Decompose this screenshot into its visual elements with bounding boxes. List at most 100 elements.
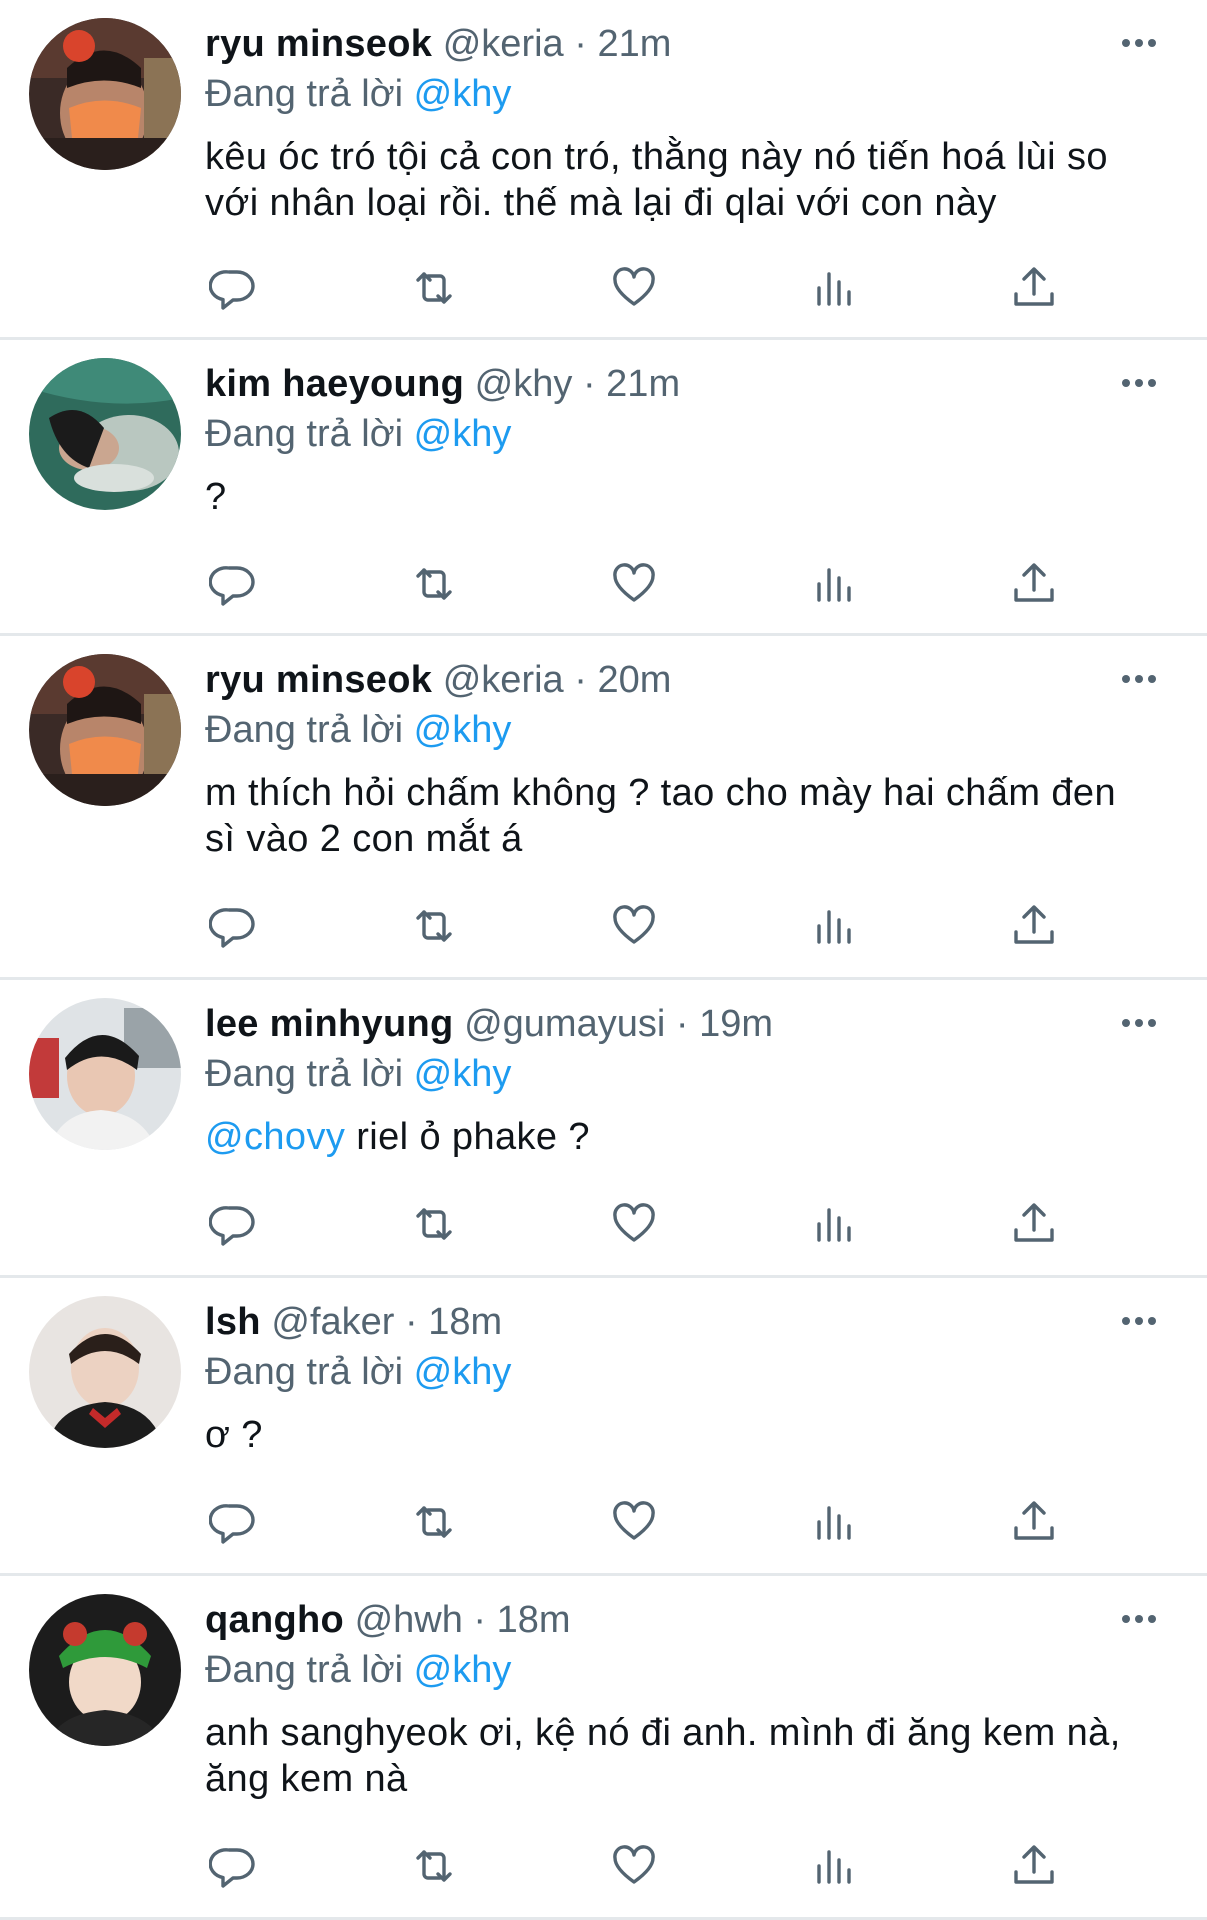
display-name[interactable]: qangho — [205, 1599, 344, 1641]
reply-feed: ryu minseok @keria · 21m Đang trả lời @k… — [0, 0, 1207, 1920]
share-icon[interactable] — [1006, 1196, 1062, 1252]
reply-mention-link[interactable]: @khy — [414, 1649, 512, 1691]
reply-mention-link[interactable]: @khy — [414, 709, 512, 751]
views-icon[interactable] — [806, 556, 862, 612]
reply-mention-link[interactable]: @khy — [414, 413, 512, 455]
reply-mention-link[interactable]: @khy — [414, 1351, 512, 1393]
timestamp[interactable]: 18m — [497, 1599, 571, 1641]
action-bar — [205, 260, 1065, 316]
replying-to: Đang trả lời @khy — [205, 412, 511, 456]
tweet-text-rest: riel ỏ phake ? — [345, 1116, 590, 1158]
more-icon[interactable] — [1115, 1604, 1163, 1634]
tweet-header: qangho @hwh · 18m — [205, 1598, 571, 1642]
retweet-icon[interactable] — [406, 898, 462, 954]
avatar[interactable] — [29, 998, 181, 1150]
tweet-header: ryu minseok @keria · 21m — [205, 22, 671, 66]
avatar[interactable] — [29, 358, 181, 510]
tweet-text-line: m thích hỏi chấm không ? tao cho mày hai… — [205, 772, 1116, 814]
retweet-icon[interactable] — [406, 556, 462, 612]
tweet[interactable]: lsh @faker · 18m Đang trả lời @khy ơ ? — [0, 1278, 1207, 1576]
timestamp[interactable]: 19m — [699, 1003, 773, 1045]
timestamp[interactable]: 20m — [597, 659, 671, 701]
display-name[interactable]: ryu minseok — [205, 659, 432, 701]
views-icon[interactable] — [806, 1196, 862, 1252]
views-icon[interactable] — [806, 260, 862, 316]
reply-icon[interactable] — [205, 1196, 261, 1252]
reply-icon[interactable] — [205, 898, 261, 954]
replying-to: Đang trả lời @khy — [205, 1648, 511, 1692]
display-name[interactable]: lee minhyung — [205, 1003, 454, 1045]
action-bar — [205, 1196, 1065, 1252]
views-icon[interactable] — [806, 898, 862, 954]
views-icon[interactable] — [806, 1838, 862, 1894]
reply-mention-link[interactable]: @khy — [414, 73, 512, 115]
more-icon[interactable] — [1115, 1306, 1163, 1336]
separator: · — [394, 1301, 429, 1343]
tweet-text: m thích hỏi chấm không ? tao cho mày hai… — [205, 770, 1167, 862]
tweet[interactable]: qangho @hwh · 18m Đang trả lời @khy anh … — [0, 1576, 1207, 1920]
like-icon[interactable] — [606, 1838, 662, 1894]
share-icon[interactable] — [1006, 1838, 1062, 1894]
views-icon[interactable] — [806, 1494, 862, 1550]
tweet[interactable]: lee minhyung @gumayusi · 19m Đang trả lờ… — [0, 980, 1207, 1278]
more-icon[interactable] — [1115, 28, 1163, 58]
more-icon[interactable] — [1115, 1008, 1163, 1038]
tweet-text-line: ăng kem nà — [205, 1758, 408, 1800]
tweet-text: kêu óc tró tội cả con tró, thằng này nó … — [205, 134, 1167, 226]
timestamp[interactable]: 21m — [597, 23, 671, 65]
replying-to: Đang trả lời @khy — [205, 708, 511, 752]
mention-link[interactable]: @chovy — [205, 1116, 345, 1158]
reply-icon[interactable] — [205, 1494, 261, 1550]
share-icon[interactable] — [1006, 898, 1062, 954]
timestamp[interactable]: 18m — [428, 1301, 502, 1343]
handle[interactable]: @khy — [475, 363, 573, 405]
replying-prefix: Đang trả lời — [205, 73, 414, 115]
more-icon[interactable] — [1115, 664, 1163, 694]
display-name[interactable]: lsh — [205, 1301, 261, 1343]
timestamp[interactable]: 21m — [606, 363, 680, 405]
retweet-icon[interactable] — [406, 1494, 462, 1550]
handle[interactable]: @keria — [443, 659, 564, 701]
reply-mention-link[interactable]: @khy — [414, 1053, 512, 1095]
tweet[interactable]: ryu minseok @keria · 21m Đang trả lời @k… — [0, 0, 1207, 340]
share-icon[interactable] — [1006, 1494, 1062, 1550]
avatar[interactable] — [29, 1296, 181, 1448]
handle[interactable]: @hwh — [355, 1599, 463, 1641]
more-icon[interactable] — [1115, 368, 1163, 398]
handle[interactable]: @keria — [443, 23, 564, 65]
reply-icon[interactable] — [205, 260, 261, 316]
display-name[interactable]: kim haeyoung — [205, 363, 464, 405]
handle[interactable]: @faker — [271, 1301, 394, 1343]
separator: · — [563, 23, 598, 65]
replying-to: Đang trả lời @khy — [205, 72, 511, 116]
replying-prefix: Đang trả lời — [205, 1351, 414, 1393]
like-icon[interactable] — [606, 556, 662, 612]
tweet-text-line: sì vào 2 con mắt á — [205, 818, 523, 860]
reply-icon[interactable] — [205, 556, 261, 612]
tweet-text-line: anh sanghyeok ơi, kệ nó đi anh. mình đi … — [205, 1712, 1121, 1754]
action-bar — [205, 898, 1065, 954]
handle[interactable]: @gumayusi — [464, 1003, 665, 1045]
tweet-text-line: ? — [205, 476, 227, 518]
replying-to: Đang trả lời @khy — [205, 1052, 511, 1096]
share-icon[interactable] — [1006, 556, 1062, 612]
avatar[interactable] — [29, 1594, 181, 1746]
avatar[interactable] — [29, 654, 181, 806]
share-icon[interactable] — [1006, 260, 1062, 316]
like-icon[interactable] — [606, 1494, 662, 1550]
avatar[interactable] — [29, 18, 181, 170]
replying-prefix: Đang trả lời — [205, 413, 414, 455]
tweet-text-line: với nhân loại rồi. thế mà lại đi qlai vớ… — [205, 182, 997, 224]
tweet-header: lee minhyung @gumayusi · 19m — [205, 1002, 773, 1046]
retweet-icon[interactable] — [406, 1838, 462, 1894]
like-icon[interactable] — [606, 898, 662, 954]
tweet[interactable]: ryu minseok @keria · 20m Đang trả lời @k… — [0, 636, 1207, 980]
action-bar — [205, 1838, 1065, 1894]
tweet[interactable]: kim haeyoung @khy · 21m Đang trả lời @kh… — [0, 340, 1207, 636]
like-icon[interactable] — [606, 1196, 662, 1252]
retweet-icon[interactable] — [406, 1196, 462, 1252]
like-icon[interactable] — [606, 260, 662, 316]
reply-icon[interactable] — [205, 1838, 261, 1894]
retweet-icon[interactable] — [406, 260, 462, 316]
display-name[interactable]: ryu minseok — [205, 23, 432, 65]
